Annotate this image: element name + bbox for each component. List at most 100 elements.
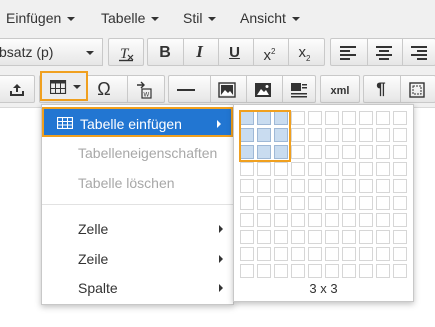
grid-cell[interactable] xyxy=(308,230,322,244)
menu-item-tabelle-einfuegen[interactable]: Tabelle einfügen xyxy=(42,107,233,137)
grid-cell[interactable] xyxy=(376,196,390,210)
horizontal-rule-button[interactable] xyxy=(170,75,202,103)
bold-button[interactable]: B xyxy=(149,38,181,66)
grid-cell[interactable] xyxy=(325,213,339,227)
grid-cell[interactable] xyxy=(274,213,288,227)
grid-cell[interactable] xyxy=(342,111,356,125)
grid-cell[interactable] xyxy=(308,264,322,278)
grid-cell[interactable] xyxy=(376,213,390,227)
align-right-button[interactable] xyxy=(402,38,434,66)
underline-button[interactable]: U xyxy=(218,38,250,66)
grid-cell[interactable] xyxy=(359,196,373,210)
insert-file-button[interactable]: W xyxy=(127,75,159,103)
grid-cell[interactable] xyxy=(342,196,356,210)
italic-button[interactable]: I xyxy=(183,38,215,66)
grid-cell[interactable] xyxy=(257,179,271,193)
special-char-button[interactable]: Ω xyxy=(88,75,120,103)
grid-cell[interactable] xyxy=(325,230,339,244)
grid-cell[interactable] xyxy=(359,128,373,142)
grid-cell[interactable] xyxy=(393,162,407,176)
grid-cell[interactable] xyxy=(308,247,322,261)
grid-cell[interactable] xyxy=(359,162,373,176)
grid-cell[interactable] xyxy=(393,213,407,227)
grid-cell[interactable] xyxy=(240,128,254,142)
grid-cell[interactable] xyxy=(359,247,373,261)
grid-cell[interactable] xyxy=(325,247,339,261)
grid-cell[interactable] xyxy=(274,264,288,278)
grid-cell[interactable] xyxy=(274,162,288,176)
grid-cell[interactable] xyxy=(257,128,271,142)
grid-cell[interactable] xyxy=(325,196,339,210)
grid-cell[interactable] xyxy=(274,196,288,210)
grid-cell[interactable] xyxy=(393,247,407,261)
superscript-button[interactable]: x2 xyxy=(253,38,285,66)
grid-cell[interactable] xyxy=(257,213,271,227)
grid-cell[interactable] xyxy=(240,145,254,159)
grid-cell[interactable] xyxy=(342,162,356,176)
grid-cell[interactable] xyxy=(359,213,373,227)
grid-cell[interactable] xyxy=(274,179,288,193)
grid-cell[interactable] xyxy=(393,128,407,142)
grid-cell[interactable] xyxy=(393,111,407,125)
grid-cell[interactable] xyxy=(325,128,339,142)
insert-media-button[interactable] xyxy=(282,75,314,103)
grid-cell[interactable] xyxy=(240,247,254,261)
grid-cell[interactable] xyxy=(376,230,390,244)
fullscreen-button[interactable] xyxy=(400,75,432,103)
insert-image-button[interactable] xyxy=(210,75,242,103)
grid-cell[interactable] xyxy=(257,145,271,159)
grid-cell[interactable] xyxy=(308,196,322,210)
grid-cell[interactable] xyxy=(359,264,373,278)
menu-item-zeile[interactable]: Zeile xyxy=(42,244,233,274)
grid-cell[interactable] xyxy=(376,264,390,278)
align-left-button[interactable] xyxy=(332,38,364,66)
grid-cell[interactable] xyxy=(393,196,407,210)
grid-cell[interactable] xyxy=(291,162,305,176)
grid-cell[interactable] xyxy=(257,196,271,210)
grid-cell[interactable] xyxy=(274,247,288,261)
menu-item-zelle[interactable]: Zelle xyxy=(42,214,233,244)
grid-cell[interactable] xyxy=(376,145,390,159)
grid-cell[interactable] xyxy=(325,264,339,278)
grid-cell[interactable] xyxy=(342,128,356,142)
grid-cell[interactable] xyxy=(308,128,322,142)
grid-cell[interactable] xyxy=(291,128,305,142)
grid-cell[interactable] xyxy=(291,264,305,278)
grid-cell[interactable] xyxy=(393,145,407,159)
grid-cell[interactable] xyxy=(308,179,322,193)
grid-cell[interactable] xyxy=(376,128,390,142)
grid-cell[interactable] xyxy=(240,162,254,176)
show-blocks-button[interactable]: ¶ xyxy=(365,75,397,103)
grid-cell[interactable] xyxy=(359,179,373,193)
grid-cell[interactable] xyxy=(308,213,322,227)
menu-stil[interactable]: Stil xyxy=(183,9,217,27)
menu-einfuegen[interactable]: Einfügen xyxy=(6,9,76,27)
grid-cell[interactable] xyxy=(325,179,339,193)
grid-cell[interactable] xyxy=(376,247,390,261)
grid-cell[interactable] xyxy=(274,230,288,244)
grid-cell[interactable] xyxy=(376,111,390,125)
grid-cell[interactable] xyxy=(342,247,356,261)
menu-tabelle[interactable]: Tabelle xyxy=(101,9,160,27)
grid-cell[interactable] xyxy=(240,196,254,210)
grid-cell[interactable] xyxy=(325,111,339,125)
grid-cell[interactable] xyxy=(342,145,356,159)
grid-cell[interactable] xyxy=(325,145,339,159)
grid-cell[interactable] xyxy=(342,264,356,278)
grid-cell[interactable] xyxy=(240,230,254,244)
grid-cell[interactable] xyxy=(240,213,254,227)
align-center-button[interactable] xyxy=(367,38,399,66)
grid-cell[interactable] xyxy=(325,162,339,176)
menu-ansicht[interactable]: Ansicht xyxy=(240,9,300,27)
grid-cell[interactable] xyxy=(308,111,322,125)
grid-cell[interactable] xyxy=(359,111,373,125)
grid-cell[interactable] xyxy=(257,264,271,278)
menu-item-spalte[interactable]: Spalte xyxy=(42,273,233,303)
grid-cell[interactable] xyxy=(359,145,373,159)
grid-cell[interactable] xyxy=(257,230,271,244)
upload-button[interactable] xyxy=(1,75,33,103)
grid-cell[interactable] xyxy=(257,162,271,176)
grid-cell[interactable] xyxy=(257,111,271,125)
table-button[interactable] xyxy=(40,71,88,101)
grid-cell[interactable] xyxy=(342,230,356,244)
